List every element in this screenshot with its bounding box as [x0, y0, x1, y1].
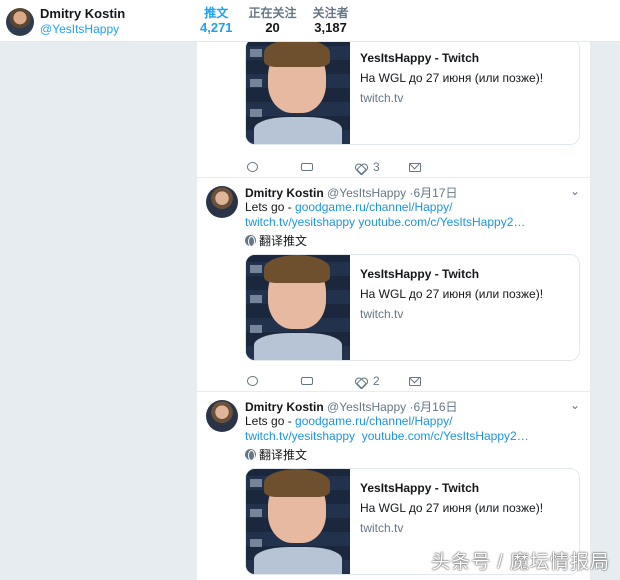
tweet-header: Dmitry Kostin @YesItsHappy ·6月17日	[245, 184, 458, 201]
like-icon	[355, 162, 367, 173]
translate-tweet-link[interactable]: 翻译推文	[245, 232, 307, 249]
like-icon	[355, 376, 367, 387]
card-title: YesItsHappy - Twitch	[360, 51, 480, 65]
direct-message-icon	[409, 162, 421, 172]
card-body: YesItsHappy - Twitch На WGL до 27 июня (…	[360, 267, 543, 321]
card-domain: twitch.tv	[360, 91, 404, 105]
tab-followers-label: 关注者	[312, 6, 349, 20]
profile-name[interactable]: Dmitry Kostin	[40, 6, 125, 21]
card-thumbnail	[246, 42, 350, 144]
reply-button[interactable]	[247, 376, 301, 386]
tab-tweets-count: 4,271	[200, 20, 233, 35]
tweet-author-name[interactable]: Dmitry Kostin	[245, 400, 324, 414]
card-title: YesItsHappy - Twitch	[360, 267, 480, 281]
card-description: На WGL до 27 июня (или позже)!	[360, 287, 544, 301]
tweet-author-handle[interactable]: @YesItsHappy	[327, 400, 406, 414]
chevron-down-icon[interactable]: ⌄	[570, 184, 580, 198]
tab-tweets[interactable]: 推文 4,271	[200, 6, 233, 45]
card-description: На WGL до 27 июня (или позже)!	[360, 71, 544, 85]
reply-icon	[247, 376, 258, 386]
card-body: YesItsHappy - Twitch На WGL до 27 июня (…	[360, 51, 543, 105]
avatar[interactable]	[206, 186, 238, 218]
tab-following[interactable]: 正在关注 20	[249, 6, 297, 45]
profile-summary[interactable]: Dmitry Kostin @YesItsHappy	[6, 6, 125, 37]
globe-icon	[245, 449, 256, 461]
retweet-icon	[301, 377, 313, 385]
profile-handle[interactable]: @YesItsHappy	[40, 21, 125, 37]
direct-message-button[interactable]	[409, 376, 463, 386]
tweet-link-twitch[interactable]: twitch.tv/yesitshappy	[245, 215, 355, 229]
like-button[interactable]: 2	[355, 374, 409, 388]
tweet-author-handle[interactable]: @YesItsHappy	[327, 186, 406, 200]
tweet-date[interactable]: 6月16日	[414, 400, 458, 414]
tweet-author-name[interactable]: Dmitry Kostin	[245, 186, 324, 200]
card-body: YesItsHappy - Twitch На WGL до 27 июня (…	[360, 481, 543, 535]
translate-tweet-label: 翻译推文	[259, 448, 308, 462]
watermark: 头条号 / 魔坛情报局	[431, 552, 610, 573]
tweet-link-youtube[interactable]: youtube.com/c/YesItsHappy2…	[358, 215, 525, 229]
retweet-button[interactable]	[301, 377, 355, 385]
profile-stats: 推文 4,271 正在关注 20 关注者 3,187	[200, 6, 365, 45]
timeline: YesItsHappy - Twitch На WGL до 27 июня (…	[197, 42, 590, 580]
link-card[interactable]: YesItsHappy - Twitch На WGL до 27 июня (…	[245, 254, 580, 361]
tweet-actions: 3	[247, 160, 463, 174]
tweet-link-youtube[interactable]: youtube.com/c/YesItsHappy2…	[362, 429, 529, 443]
card-title: YesItsHappy - Twitch	[360, 481, 480, 495]
card-description: На WGL до 27 июня (или позже)!	[360, 501, 544, 515]
tab-followers[interactable]: 关注者 3,187	[313, 6, 349, 45]
like-count: 2	[373, 374, 380, 388]
card-thumbnail	[246, 255, 350, 360]
tweet-date[interactable]: 6月17日	[414, 186, 458, 200]
like-button[interactable]: 3	[355, 160, 409, 174]
reply-icon	[247, 162, 258, 172]
avatar[interactable]	[6, 7, 34, 36]
tweet-text-prefix: Lets go -	[245, 200, 296, 214]
like-count: 3	[373, 160, 380, 174]
reply-button[interactable]	[247, 162, 301, 172]
translate-tweet-link[interactable]: 翻译推文	[245, 446, 307, 463]
tweet-link-goodgame[interactable]: goodgame.ru/channel/Happy/	[295, 200, 452, 214]
chevron-down-icon[interactable]: ⌄	[570, 398, 580, 412]
tweet-text: Lets go - goodgame.ru/channel/Happy/ twi…	[245, 200, 575, 230]
link-card[interactable]: YesItsHappy - Twitch На WGL до 27 июня (…	[245, 42, 580, 145]
translate-tweet-label: 翻译推文	[259, 234, 308, 248]
card-domain: twitch.tv	[360, 307, 404, 321]
tweet-link-goodgame[interactable]: goodgame.ru/channel/Happy/	[295, 414, 452, 428]
direct-message-button[interactable]	[409, 162, 463, 172]
tab-following-count: 20	[265, 20, 280, 35]
retweet-button[interactable]	[301, 163, 355, 171]
direct-message-icon	[409, 376, 421, 386]
tweet-text-prefix: Lets go -	[245, 414, 296, 428]
tweet-header: Dmitry Kostin @YesItsHappy ·6月16日	[245, 398, 458, 415]
card-thumbnail	[246, 469, 350, 574]
tweet-link-twitch[interactable]: twitch.tv/yesitshappy	[245, 429, 355, 443]
tweet-text: Lets go - goodgame.ru/channel/Happy/ twi…	[245, 414, 575, 444]
card-domain: twitch.tv	[360, 521, 404, 535]
retweet-icon	[301, 163, 313, 171]
profile-nav-bar: Dmitry Kostin @YesItsHappy 推文 4,271 正在关注…	[0, 0, 620, 45]
tab-tweets-label: 推文	[204, 6, 229, 20]
tweet[interactable]: Dmitry Kostin @YesItsHappy ·6月17日 ⌄ Lets…	[197, 178, 590, 392]
tab-followers-count: 3,187	[314, 20, 347, 35]
tweet[interactable]: YesItsHappy - Twitch На WGL до 27 июня (…	[197, 42, 590, 178]
avatar[interactable]	[206, 400, 238, 432]
profile-text: Dmitry Kostin @YesItsHappy	[40, 6, 125, 37]
tab-following-label: 正在关注	[248, 6, 297, 20]
globe-icon	[245, 235, 256, 247]
tweet-actions: 2	[247, 374, 463, 388]
